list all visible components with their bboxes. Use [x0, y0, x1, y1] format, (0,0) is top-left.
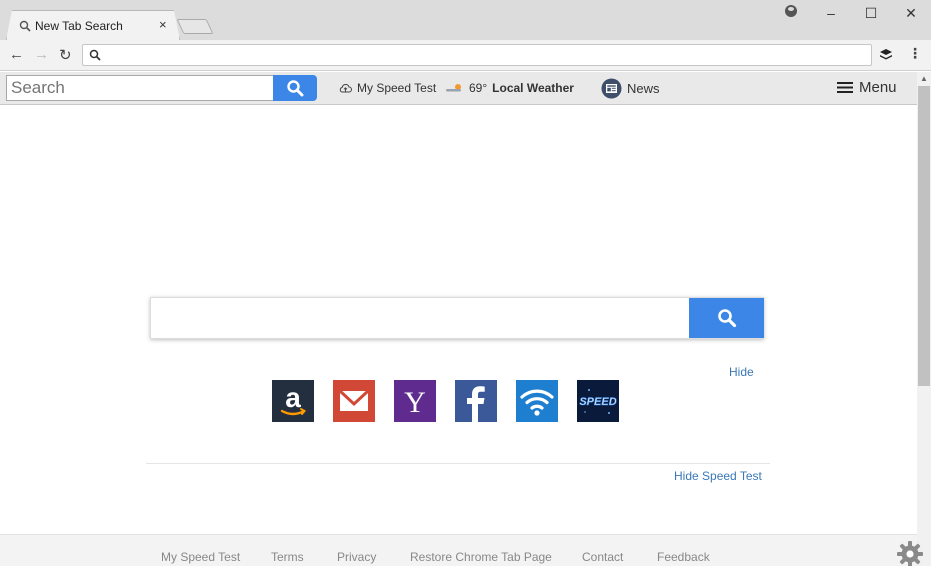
browser-tab[interactable]: New Tab Search × [6, 10, 180, 40]
wifi-icon [520, 389, 554, 416]
forward-button[interactable]: → [34, 46, 49, 63]
chrome-menu-button[interactable]: ⋮ [908, 45, 922, 62]
footer-links: My Speed Test Terms Privacy Restore Chro… [161, 550, 710, 564]
tab-close-button[interactable]: × [159, 17, 167, 32]
shortcut-tiles: a Y SPEED [272, 380, 619, 422]
search-icon [89, 49, 101, 61]
mail-icon [338, 389, 370, 411]
weather-temp: 69° [469, 81, 488, 95]
maximize-button[interactable]: ☐ [861, 5, 881, 21]
speed-icon: SPEED [577, 380, 619, 422]
footer-link-privacy[interactable]: Privacy [337, 550, 410, 564]
speed-tile[interactable]: SPEED [577, 380, 619, 422]
facebook-tile[interactable] [455, 380, 497, 422]
svg-text:a: a [285, 382, 301, 413]
news-link[interactable]: News [601, 78, 660, 99]
ext-menu-button[interactable]: Menu [837, 79, 897, 96]
search-icon [287, 80, 304, 97]
speed-test-link[interactable]: My Speed Test [339, 81, 436, 95]
facebook-icon [467, 386, 485, 422]
cloud-upload-icon [339, 83, 352, 92]
main-search-box [150, 297, 764, 339]
svg-text:Y: Y [404, 386, 426, 419]
close-window-button[interactable]: ✕ [901, 5, 921, 21]
divider [146, 463, 770, 464]
address-bar[interactable] [82, 44, 872, 66]
hamburger-icon [837, 82, 853, 93]
ext-search-button[interactable] [273, 75, 317, 101]
news-icon [601, 78, 622, 99]
profile-icon[interactable] [785, 5, 797, 17]
layers-icon[interactable] [879, 48, 893, 62]
tab-strip: New Tab Search × – ☐ ✕ [0, 0, 931, 40]
svg-text:SPEED: SPEED [579, 396, 616, 408]
wifi-tile[interactable] [516, 380, 558, 422]
gmail-tile[interactable] [333, 380, 375, 422]
footer-link-terms[interactable]: Terms [271, 550, 337, 564]
amazon-tile[interactable]: a [272, 380, 314, 422]
search-icon [717, 309, 736, 328]
tab-title: New Tab Search [35, 19, 123, 33]
back-button[interactable]: ← [9, 46, 24, 63]
footer-link-contact[interactable]: Contact [582, 550, 657, 564]
weather-icon [446, 84, 461, 92]
menu-label: Menu [859, 79, 897, 96]
hide-speed-test-link[interactable]: Hide Speed Test [674, 469, 762, 483]
footer-link-restore[interactable]: Restore Chrome Tab Page [410, 550, 582, 564]
footer: My Speed Test Terms Privacy Restore Chro… [0, 534, 917, 566]
yahoo-tile[interactable]: Y [394, 380, 436, 422]
minimize-button[interactable]: – [821, 5, 841, 21]
search-icon [19, 20, 31, 32]
main-search-input[interactable] [151, 298, 689, 338]
ext-search-input[interactable] [6, 75, 274, 101]
scroll-thumb[interactable] [918, 86, 930, 386]
new-tab-button[interactable] [176, 19, 214, 34]
scroll-up-icon[interactable]: ▲ [920, 74, 928, 83]
footer-link-feedback[interactable]: Feedback [657, 550, 710, 564]
news-label: News [627, 81, 660, 96]
weather-link[interactable]: 69° Local Weather [446, 81, 574, 95]
speed-test-label: My Speed Test [357, 81, 437, 95]
hide-tiles-link[interactable]: Hide [729, 365, 754, 379]
browser-toolbar: ← → ↻ ⋮ [0, 40, 931, 71]
gear-icon[interactable] [896, 540, 924, 566]
reload-button[interactable]: ↻ [59, 46, 72, 64]
amazon-icon: a [280, 382, 307, 416]
extension-bar: My Speed Test 69° Local Weather News Men… [0, 72, 917, 105]
weather-label: Local Weather [492, 81, 574, 95]
main-search-button[interactable] [689, 298, 764, 338]
yahoo-icon: Y [404, 386, 426, 419]
footer-link-speed-test[interactable]: My Speed Test [161, 550, 271, 564]
page-scrollbar[interactable]: ▲ [917, 72, 931, 566]
